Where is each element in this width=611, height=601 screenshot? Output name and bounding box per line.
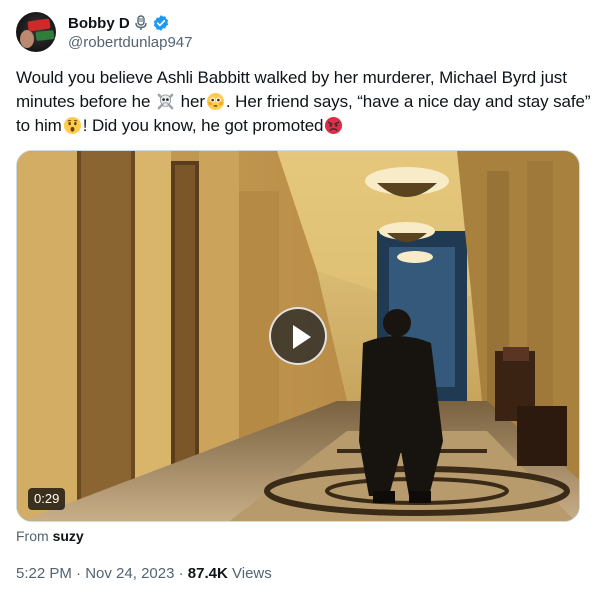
tweet-text: Would you believe Ashli Babbitt walked b… — [16, 66, 591, 138]
video-duration-badge: 0:29 — [28, 488, 66, 510]
meta-separator: · — [178, 565, 184, 582]
flushed-face-emoji — [206, 92, 225, 111]
skull-crossbones-emoji — [156, 92, 175, 111]
media-source-attribution: From suzy — [16, 528, 84, 544]
verified-badge-icon[interactable] — [152, 14, 170, 32]
microphone-icon — [134, 15, 148, 31]
tweet-text-segment: ! Did you know, he got promoted — [82, 116, 324, 135]
tweet-time[interactable]: 5:22 PM — [16, 565, 72, 582]
tweet-date[interactable]: Nov 24, 2023 — [85, 565, 174, 582]
meta-separator: · — [76, 565, 82, 582]
avatar-cap-shape-2 — [35, 30, 55, 41]
play-button[interactable] — [269, 307, 327, 365]
author-handle[interactable]: @robertdunlap947 — [68, 34, 192, 51]
angry-face-emoji — [324, 116, 343, 135]
astonished-face-emoji — [63, 116, 82, 135]
views-count: 87.4K — [187, 565, 228, 582]
media-source-prefix: From — [16, 528, 49, 544]
author-display-name[interactable]: Bobby D — [68, 15, 130, 32]
play-icon — [293, 325, 311, 349]
video-player[interactable]: 0:29 — [16, 150, 580, 522]
avatar[interactable] — [16, 12, 56, 52]
tweet-text-segment: her — [176, 92, 205, 111]
tweet: Bobby D @robertdunlap947 Would you belie… — [0, 0, 611, 601]
author-name-row: Bobby D — [68, 13, 170, 33]
views-label: Views — [232, 565, 272, 582]
tweet-metadata: 5:22 PM · Nov 24, 2023 · 87.4K Views — [16, 565, 272, 582]
media-source-name[interactable]: suzy — [53, 528, 84, 544]
avatar-cap-shape — [27, 18, 51, 32]
avatar-face-shape — [20, 30, 34, 48]
